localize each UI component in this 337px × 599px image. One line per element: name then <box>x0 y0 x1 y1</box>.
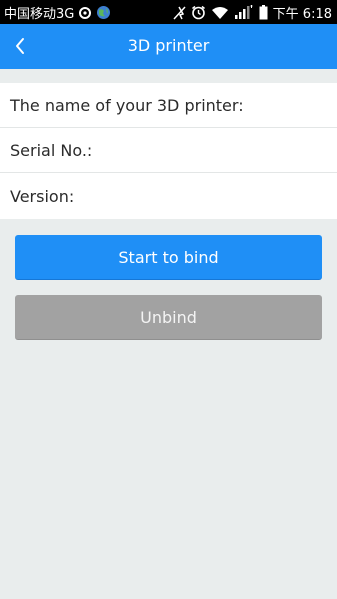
page-title: 3D printer <box>127 36 210 55</box>
settings-notification-icon <box>78 6 92 20</box>
mute-icon <box>173 5 186 20</box>
carrier-label: 中国移动3G <box>4 7 75 22</box>
alarm-icon <box>191 5 206 20</box>
version-label: Version: <box>10 186 75 206</box>
printer-info-list: The name of your 3D printer: Serial No.:… <box>0 83 337 219</box>
wifi-icon <box>211 6 229 20</box>
start-bind-button[interactable]: Start to bind <box>15 235 322 280</box>
status-left: 中国移动3G <box>4 3 111 22</box>
printer-name-row: The name of your 3D printer: <box>0 83 337 128</box>
start-bind-label: Start to bind <box>118 247 219 267</box>
title-bar: 3D printer <box>0 24 337 69</box>
serial-number-label: Serial No.: <box>10 140 93 160</box>
serial-number-row: Serial No.: <box>0 128 337 173</box>
battery-icon <box>259 5 268 20</box>
globe-icon <box>96 5 111 20</box>
unbind-button[interactable]: Unbind <box>15 295 322 340</box>
signal-icon <box>234 5 254 20</box>
printer-name-label: The name of your 3D printer: <box>10 95 244 115</box>
status-bar: 中国移动3G 下午 6:18 <box>0 0 337 24</box>
status-right: 下午 6:18 <box>173 3 332 22</box>
status-time: 下午 6:18 <box>272 7 332 22</box>
version-row: Version: <box>0 173 337 219</box>
unbind-label: Unbind <box>140 307 197 327</box>
